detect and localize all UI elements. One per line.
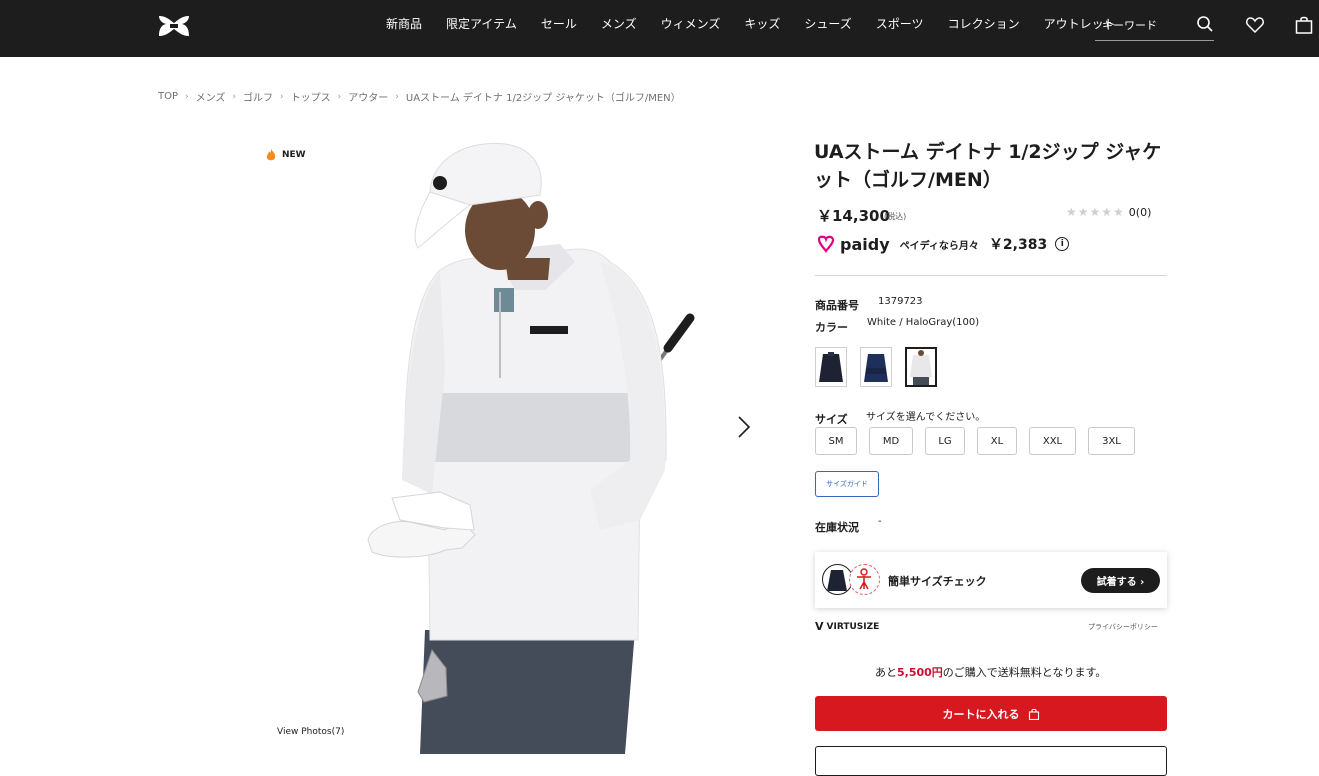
secondary-action-button[interactable] <box>815 746 1167 776</box>
breadcrumb-tops[interactable]: トップス <box>291 89 331 104</box>
size-option-3xl[interactable]: 3XL <box>1088 427 1135 455</box>
color-swatch-white[interactable] <box>905 347 937 387</box>
product-title: UAストーム デイトナ 1/2ジップ ジャケット（ゴルフ/MEN） <box>814 141 1162 191</box>
tax-note: (税込) <box>884 212 907 221</box>
try-on-button[interactable]: 試着する › <box>1081 568 1160 593</box>
top-header: 新商品 限定アイテム セール メンズ ウィメンズ キッズ シューズ スポーツ コ… <box>0 0 1319 57</box>
color-swatch-black[interactable] <box>815 347 847 387</box>
chevron-right-icon[interactable] <box>734 414 754 440</box>
flame-icon <box>266 149 276 161</box>
nav-item-new[interactable]: 新商品 <box>386 15 422 32</box>
shipping-amount: 5,500円 <box>897 666 943 679</box>
chevron-right-icon: › <box>280 91 284 102</box>
virtusize-text: 簡単サイズチェック <box>888 575 987 588</box>
nav-item-shoes[interactable]: シューズ <box>804 15 851 32</box>
chevron-right-icon: › <box>232 91 237 102</box>
color-value: White / HaloGray(100) <box>867 317 980 328</box>
virtusize-brand: V VIRTUSIZE <box>815 620 879 633</box>
size-option-md[interactable]: MD <box>869 427 913 455</box>
nav-item-womens[interactable]: ウィメンズ <box>661 15 721 32</box>
paidy-amount: ￥2,383 <box>988 237 1048 253</box>
product-price: ￥14,300 <box>817 207 890 225</box>
breadcrumb-outer[interactable]: アウター <box>348 89 388 104</box>
main-nav: 新商品 限定アイテム セール メンズ ウィメンズ キッズ シューズ スポーツ コ… <box>386 15 1140 32</box>
size-option-xl[interactable]: XL <box>977 427 1017 455</box>
nav-item-collection[interactable]: コレクション <box>948 15 1020 32</box>
virtusize-widget: 簡単サイズチェック 試着する › <box>815 552 1167 608</box>
size-option-lg[interactable]: LG <box>925 427 965 455</box>
shipping-suffix: のご購入で送料無料となります。 <box>942 666 1107 679</box>
breadcrumb-current: UAストーム デイトナ 1/2ジップ ジャケット（ゴルフ/MEN） <box>405 93 681 104</box>
paidy-desc: ペイディなら月々 <box>899 240 979 252</box>
breadcrumb-top[interactable]: TOP <box>158 91 178 102</box>
nav-item-limited[interactable]: 限定アイテム <box>446 15 517 32</box>
size-label: サイズ <box>815 413 848 426</box>
new-badge: NEW <box>265 148 306 162</box>
shopping-bag-icon <box>1028 708 1039 720</box>
sku-label: 商品番号 <box>815 299 859 312</box>
under-armour-logo[interactable] <box>156 14 192 38</box>
search-input[interactable] <box>1102 16 1197 34</box>
badge-label: NEW <box>282 150 306 160</box>
heart-icon[interactable] <box>1245 15 1265 35</box>
product-main-image[interactable] <box>240 130 780 754</box>
breadcrumb: TOP › メンズ › ゴルフ › トップス › アウター › UAストーム デ… <box>158 89 681 104</box>
size-option-xxl[interactable]: XXL <box>1029 427 1076 455</box>
review-count[interactable]: (0) <box>1136 206 1152 219</box>
chevron-right-icon: › <box>395 91 399 102</box>
star-rating-icon: ★★★★★ <box>1066 205 1125 219</box>
paidy-logo-icon <box>817 235 835 253</box>
nav-item-sports[interactable]: スポーツ <box>876 15 924 32</box>
breadcrumb-mens[interactable]: メンズ <box>196 89 226 104</box>
paidy-installment: paidy ペイディなら月々 ￥2,383 i <box>816 234 1070 254</box>
body-size-icon <box>849 564 880 595</box>
virtusize-logo-icon: V <box>815 620 824 633</box>
cart-bag-icon[interactable] <box>1294 15 1314 35</box>
add-to-cart-label: カートに入れる <box>942 707 1020 721</box>
virtusize-brand-label: VIRTUSIZE <box>826 621 880 632</box>
nav-item-kids[interactable]: キッズ <box>744 15 780 32</box>
color-label: カラー <box>815 321 848 334</box>
add-to-cart-button[interactable]: カートに入れる <box>815 696 1167 731</box>
sku-value: 1379723 <box>878 296 923 307</box>
chevron-right-icon: › <box>337 91 342 102</box>
divider <box>815 275 1167 276</box>
breadcrumb-golf[interactable]: ゴルフ <box>243 89 273 104</box>
stock-label: 在庫状況 <box>815 521 859 534</box>
chevron-right-icon: › <box>185 91 189 102</box>
size-prompt: サイズを選んでください。 <box>866 412 986 423</box>
view-photos-link[interactable]: View Photos(7) <box>277 727 344 737</box>
size-guide-button[interactable]: サイズガイド <box>815 471 879 497</box>
color-swatch-navy[interactable] <box>860 347 892 387</box>
search-icon[interactable] <box>1196 15 1214 33</box>
info-icon[interactable]: i <box>1055 237 1070 251</box>
nav-item-sale[interactable]: セール <box>541 15 577 32</box>
free-shipping-message: あと5,500円のご購入で送料無料となります。 <box>875 664 1106 680</box>
privacy-policy-link[interactable]: プライバシーポリシー <box>1088 622 1158 632</box>
rating-count: 0 <box>1128 205 1136 219</box>
size-option-sm[interactable]: SM <box>815 427 857 455</box>
search-box <box>1095 12 1214 41</box>
rating[interactable]: ★★★★★ 0 (0) <box>1066 205 1151 219</box>
paidy-logo-text: paidy <box>840 234 890 254</box>
nav-item-mens[interactable]: メンズ <box>601 15 637 32</box>
stock-value: - <box>878 516 882 527</box>
shipping-prefix: あと <box>875 666 897 679</box>
